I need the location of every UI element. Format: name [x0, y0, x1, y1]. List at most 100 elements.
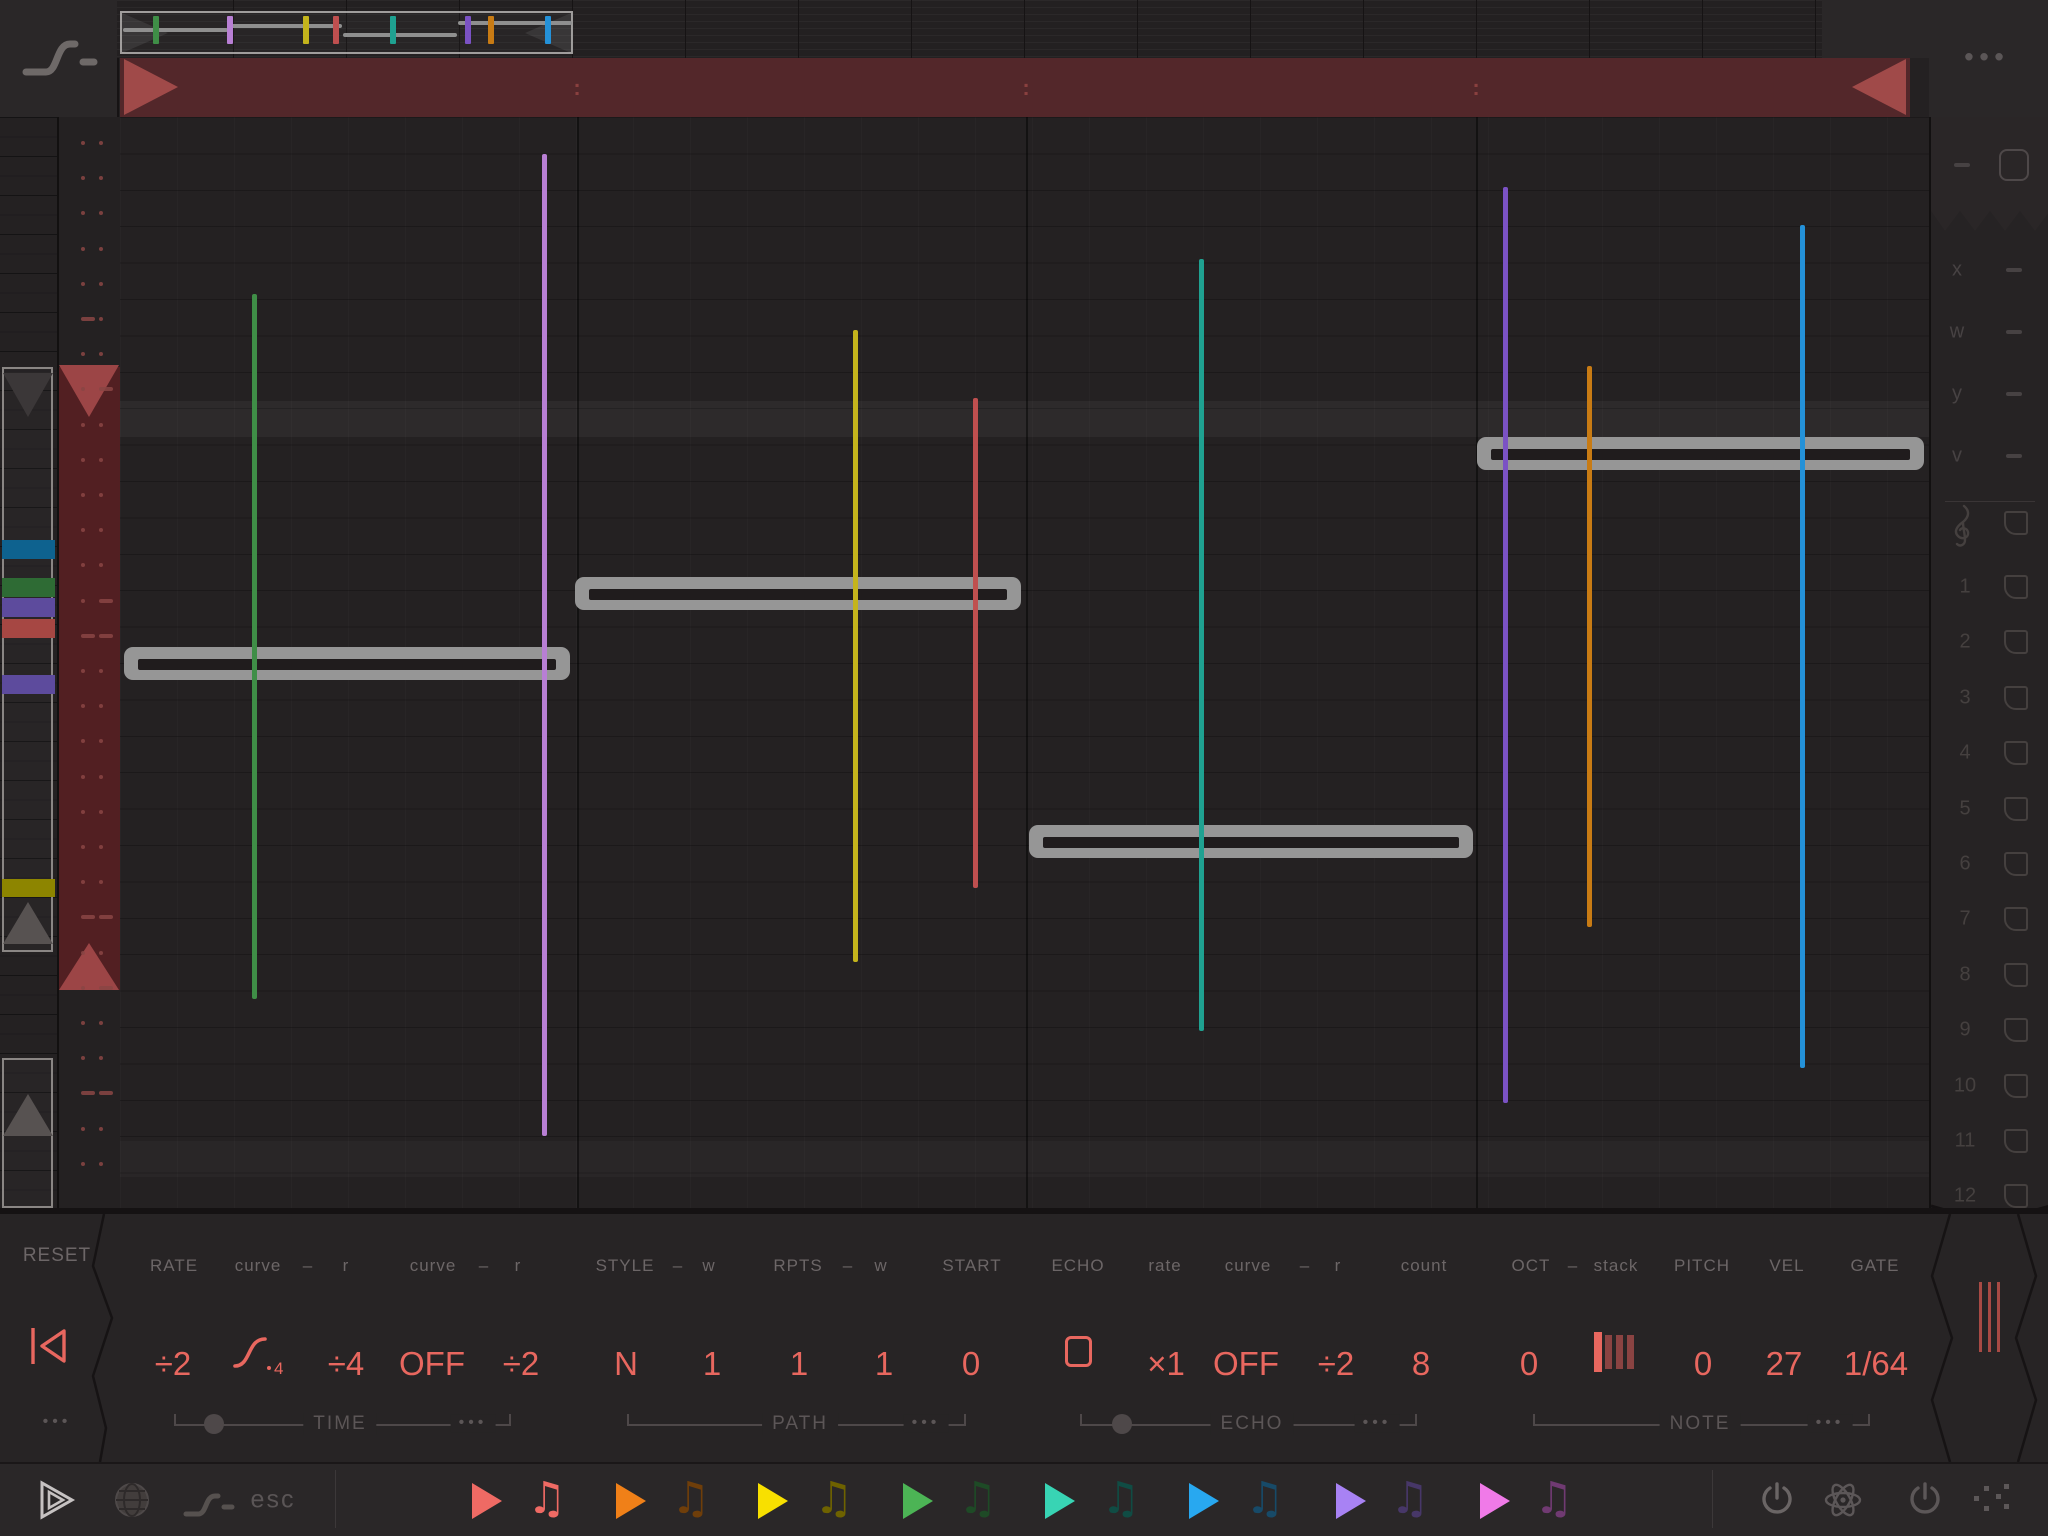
- param-value-style[interactable]: N: [614, 1345, 638, 1383]
- scene-slot-10[interactable]: [2004, 1073, 2028, 1098]
- scene-slot-3[interactable]: [2004, 685, 2028, 710]
- key-stripe-slate2[interactable]: [2, 675, 55, 694]
- playhead-green[interactable]: [252, 294, 257, 999]
- param-value-rpts-w[interactable]: 1: [875, 1345, 893, 1383]
- scene-slot-11[interactable]: [2004, 1129, 2028, 1153]
- param-value-echo-curve[interactable]: OFF: [1213, 1345, 1279, 1383]
- panel-drag-handle[interactable]: [1997, 1282, 2000, 1352]
- scene-slot-1[interactable]: [2004, 575, 2028, 599]
- param-value-rate[interactable]: ÷2: [155, 1345, 191, 1383]
- play-button-orange[interactable]: [616, 1483, 646, 1519]
- scene-slot-5[interactable]: [2004, 796, 2028, 821]
- axis-value-w[interactable]: [2006, 330, 2022, 334]
- param-value-rate-curve[interactable]: 4: [231, 1330, 287, 1376]
- group-knob-ECHO[interactable]: [1112, 1414, 1132, 1434]
- power-icon[interactable]: [1758, 1480, 1796, 1520]
- scene-slot-9[interactable]: [2004, 1018, 2028, 1043]
- param-value-vel[interactable]: 27: [1766, 1345, 1803, 1383]
- playhead-blue[interactable]: [1800, 225, 1805, 1068]
- playhead-violet[interactable]: [542, 154, 547, 1136]
- transport-right-handle[interactable]: [1852, 59, 1906, 115]
- play-all-button[interactable]: [36, 1478, 80, 1522]
- param-value-rate-curve-r[interactable]: ÷4: [328, 1345, 364, 1383]
- fit-view-button[interactable]: [1999, 149, 2029, 181]
- note-bar-3[interactable]: [1029, 825, 1473, 858]
- param-value-echo-count[interactable]: 8: [1412, 1345, 1430, 1383]
- note-bar-4[interactable]: [1477, 437, 1924, 470]
- param-value-style-w[interactable]: 1: [703, 1345, 721, 1383]
- play-button-teal[interactable]: [1045, 1483, 1075, 1519]
- scatter-dots-icon[interactable]: [1972, 1482, 2012, 1518]
- param-value-gate[interactable]: 1/64: [1844, 1345, 1908, 1383]
- param-value-echo-curve-r[interactable]: ÷2: [1318, 1345, 1354, 1383]
- note-button-green[interactable]: ♫: [958, 1477, 997, 1521]
- note-button-yellow[interactable]: ♫: [814, 1477, 853, 1521]
- note-button-red[interactable]: ♫: [527, 1477, 566, 1521]
- keyboard-selection-box[interactable]: [2, 367, 53, 952]
- play-button-red[interactable]: [472, 1483, 502, 1519]
- key-stripe-olive[interactable]: [2, 879, 55, 897]
- esc-button[interactable]: esc: [251, 1486, 296, 1515]
- note-button-violet[interactable]: ♫: [1390, 1477, 1429, 1521]
- note-bar-2[interactable]: [575, 577, 1021, 610]
- axis-value-y[interactable]: [2006, 392, 2022, 396]
- scene-slot-6[interactable]: [2004, 852, 2028, 876]
- zoom-out-button[interactable]: [1954, 163, 1970, 167]
- pitch-range-indicator[interactable]: [59, 367, 120, 990]
- play-button-blue[interactable]: [1189, 1483, 1219, 1519]
- scene-slot-4[interactable]: [2004, 741, 2028, 766]
- pitch-range-strip[interactable]: [59, 117, 122, 1208]
- param-value-echo-toggle[interactable]: [1065, 1336, 1092, 1367]
- pitch-keyboard-strip[interactable]: [0, 117, 59, 1208]
- param-value-pitch[interactable]: 0: [1694, 1345, 1712, 1383]
- play-button-violet[interactable]: [1336, 1483, 1366, 1519]
- transport-left-handle[interactable]: [124, 59, 178, 115]
- group-knob-TIME[interactable]: [204, 1414, 224, 1434]
- scene-slot-2[interactable]: [2004, 630, 2028, 655]
- reset-more-button[interactable]: •••: [43, 1413, 72, 1431]
- keyboard-selection-top-handle[interactable]: [3, 373, 53, 417]
- clef-scene-icon[interactable]: [2004, 511, 2028, 535]
- playhead-yellow[interactable]: [853, 330, 858, 962]
- group-more-NOTE[interactable]: •••: [1807, 1414, 1853, 1433]
- group-more-ECHO[interactable]: •••: [1354, 1414, 1400, 1433]
- keyboard-selection-bottom-handle[interactable]: [3, 902, 53, 944]
- play-button-yellow[interactable]: [758, 1483, 788, 1519]
- note-button-blue[interactable]: ♫: [1245, 1477, 1284, 1521]
- more-menu-button[interactable]: •••: [1964, 42, 2009, 73]
- axis-value-x[interactable]: [2006, 268, 2022, 272]
- group-more-TIME[interactable]: •••: [450, 1414, 496, 1433]
- note-bar-1[interactable]: [124, 647, 570, 680]
- playhead-red[interactable]: [973, 398, 978, 888]
- key-stripe-green[interactable]: [2, 578, 55, 597]
- minimap-strip[interactable]: [117, 0, 1822, 58]
- key-stripe-slate[interactable]: [2, 598, 55, 617]
- transport-playhead-bar[interactable]: :::: [120, 58, 1910, 117]
- atom-icon[interactable]: [1822, 1478, 1864, 1522]
- keyboard-selection-2-handle[interactable]: [3, 1094, 53, 1136]
- skip-to-start-button[interactable]: [28, 1326, 70, 1366]
- ramp-mode-button[interactable]: [0, 0, 119, 119]
- globe-icon[interactable]: [112, 1480, 152, 1520]
- scene-slot-8[interactable]: [2004, 962, 2028, 987]
- axis-value-v[interactable]: [2006, 454, 2022, 458]
- key-stripe-blue[interactable]: [2, 540, 55, 559]
- playhead-teal[interactable]: [1199, 259, 1204, 1031]
- param-value-rpts[interactable]: 1: [790, 1345, 808, 1383]
- playhead-orange[interactable]: [1587, 366, 1592, 927]
- pitch-range-bottom-handle[interactable]: [59, 943, 119, 990]
- param-value-curve2-r[interactable]: ÷2: [503, 1345, 539, 1383]
- note-button-pink[interactable]: ♫: [1534, 1477, 1573, 1521]
- scene-slot-7[interactable]: [2004, 907, 2028, 932]
- param-value-oct[interactable]: 0: [1520, 1345, 1538, 1383]
- panel-drag-handle[interactable]: [1979, 1282, 1982, 1352]
- playhead-purple[interactable]: [1503, 187, 1508, 1103]
- group-more-PATH[interactable]: •••: [903, 1414, 949, 1433]
- power-icon-2[interactable]: [1906, 1480, 1944, 1520]
- sequencer-grid[interactable]: [120, 117, 1929, 1208]
- note-button-orange[interactable]: ♫: [671, 1477, 710, 1521]
- key-stripe-red[interactable]: [2, 619, 55, 638]
- param-value-curve2[interactable]: OFF: [399, 1345, 465, 1383]
- play-button-green[interactable]: [903, 1483, 933, 1519]
- param-value-start[interactable]: 0: [962, 1345, 980, 1383]
